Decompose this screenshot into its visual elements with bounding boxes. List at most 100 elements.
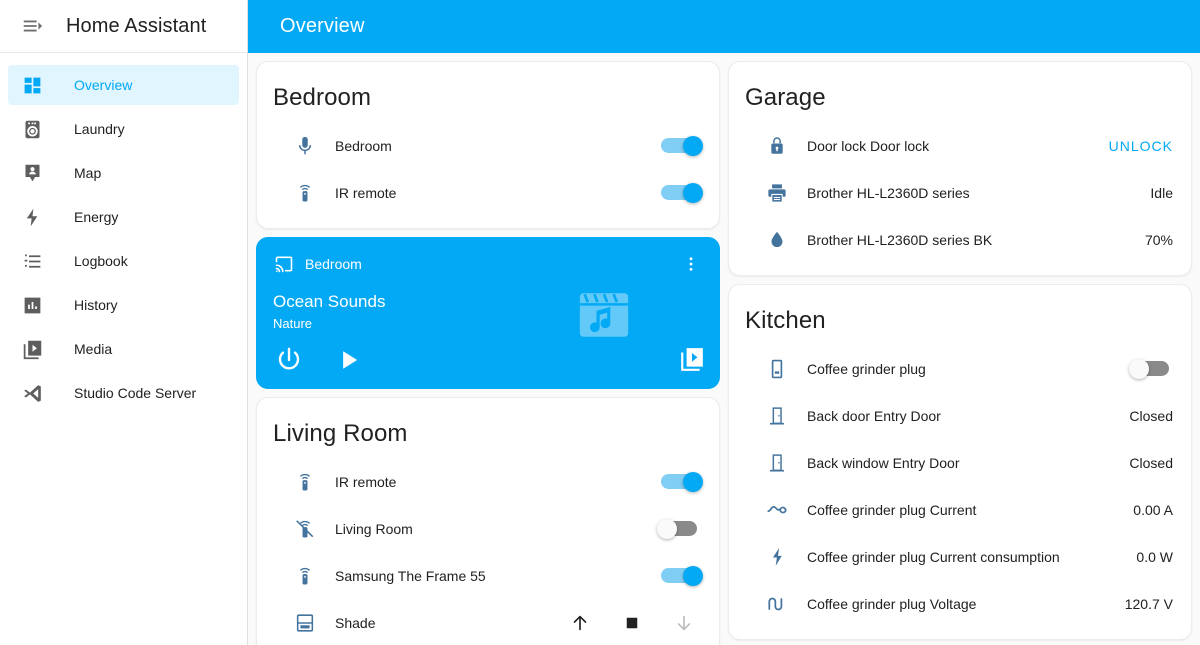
entity-name: Coffee grinder plug Current consumption xyxy=(807,548,1060,565)
sidebar-item-energy[interactable]: Energy xyxy=(8,197,239,237)
top-app-bar: Overview xyxy=(248,0,1200,53)
card-garage: Garage Door lock Door lock UNLOCK Brothe… xyxy=(728,61,1192,276)
media-title: Ocean Sounds xyxy=(273,292,386,311)
home-assistant-app: Home Assistant Overview Laundry Map Ener… xyxy=(0,0,1200,645)
media-source-name: Bedroom xyxy=(305,256,362,272)
sine-wave-icon xyxy=(765,592,789,616)
sidebar-item-logbook[interactable]: Logbook xyxy=(8,241,239,281)
entity-row-living-room[interactable]: Living Room xyxy=(273,505,703,552)
vscode-icon xyxy=(20,381,44,405)
sidebar-item-label: Energy xyxy=(74,209,119,225)
entity-name: IR remote xyxy=(335,473,397,490)
entity-row-printer[interactable]: Brother HL-L2360D series Idle xyxy=(745,169,1175,216)
movie-music-icon xyxy=(573,286,635,344)
arrow-down-icon xyxy=(671,610,697,636)
power-icon[interactable] xyxy=(273,344,305,376)
entity-row-bedroom-mic[interactable]: Bedroom xyxy=(273,122,703,169)
card-title: Living Room xyxy=(273,420,408,447)
view-dashboard-icon xyxy=(20,73,44,97)
sidebar-item-label: Logbook xyxy=(74,253,128,269)
entity-row-living-ir-remote[interactable]: IR remote xyxy=(273,458,703,505)
sidebar-item-history[interactable]: History xyxy=(8,285,239,325)
entity-name: Samsung The Frame 55 xyxy=(335,567,486,584)
entity-toggle[interactable] xyxy=(657,135,703,156)
card-media-player[interactable]: Bedroom Ocean Sounds Nature xyxy=(256,237,720,389)
washing-machine-icon xyxy=(20,117,44,141)
entity-row-plug-consumption[interactable]: Coffee grinder plug Current consumption … xyxy=(745,533,1175,580)
play-icon[interactable] xyxy=(333,344,365,376)
toggle-thumb xyxy=(683,182,703,203)
entity-state: 120.7 V xyxy=(1124,595,1173,612)
entity-toggle[interactable] xyxy=(657,518,703,539)
entity-name: Shade xyxy=(335,614,376,631)
menu-collapse-icon[interactable] xyxy=(12,6,52,46)
entity-row-door-lock[interactable]: Door lock Door lock UNLOCK xyxy=(745,122,1175,169)
entity-toggle[interactable] xyxy=(657,565,703,586)
entity-toggle[interactable] xyxy=(657,182,703,203)
stop-icon[interactable] xyxy=(619,610,645,636)
entity-row-coffee-grinder-plug[interactable]: Coffee grinder plug xyxy=(745,345,1175,392)
entity-row-plug-voltage[interactable]: Coffee grinder plug Voltage 120.7 V xyxy=(745,580,1175,627)
dots-vertical-icon[interactable] xyxy=(679,252,703,276)
main-area: Overview Bedroom Bedroom IR remote Bedro… xyxy=(248,0,1200,645)
card-bedroom: Bedroom Bedroom IR remote xyxy=(256,61,720,229)
card-title: Bedroom xyxy=(273,84,372,111)
remote-icon xyxy=(293,470,317,494)
sidebar-item-label: History xyxy=(74,297,118,313)
toggle-thumb xyxy=(1129,358,1149,379)
lock-icon xyxy=(765,134,789,158)
sidebar-header: Home Assistant xyxy=(0,0,247,53)
lightning-bolt-icon xyxy=(20,205,44,229)
door-closed-icon xyxy=(765,404,789,428)
sidebar-item-map[interactable]: Map xyxy=(8,153,239,193)
arrow-up-icon[interactable] xyxy=(567,610,593,636)
sidebar-item-studio-code-server[interactable]: Studio Code Server xyxy=(8,373,239,413)
cover-controls xyxy=(567,610,703,636)
entity-row-bedroom-ir-remote[interactable]: IR remote xyxy=(273,169,703,216)
sidebar-item-overview[interactable]: Overview xyxy=(8,65,239,105)
entity-state: 70% xyxy=(1144,231,1173,248)
current-ac-icon xyxy=(765,498,789,522)
play-box-multiple-icon[interactable] xyxy=(679,346,705,372)
entity-toggle[interactable] xyxy=(657,471,703,492)
map-marker-account-icon xyxy=(20,161,44,185)
entity-row-samsung-the-frame-55[interactable]: Samsung The Frame 55 xyxy=(273,552,703,599)
card-living-room: Living Room IR remote Living Room Samsun… xyxy=(256,397,720,645)
app-title: Home Assistant xyxy=(66,14,207,37)
sidebar-item-label: Overview xyxy=(74,77,133,93)
entity-name: Coffee grinder plug Current xyxy=(807,501,977,518)
entity-state: 0.00 A xyxy=(1133,501,1173,518)
chart-box-icon xyxy=(20,293,44,317)
window-shutter-icon xyxy=(293,611,317,635)
card-kitchen: Kitchen Coffee grinder plug Back door En… xyxy=(728,284,1192,640)
media-subtitle: Nature xyxy=(273,316,313,331)
remote-icon xyxy=(293,564,317,588)
column-left: Bedroom Bedroom IR remote Bedroom Ocean … xyxy=(256,61,720,645)
entity-name: Brother HL-L2360D series BK xyxy=(807,231,993,248)
toggle-thumb xyxy=(683,565,703,586)
sidebar-nav: Overview Laundry Map Energy Logbook Hist… xyxy=(0,53,247,417)
media-controls xyxy=(273,344,365,376)
play-box-multiple-icon xyxy=(20,337,44,361)
page-title: Overview xyxy=(280,15,365,37)
entity-row-back-window[interactable]: Back window Entry Door Closed xyxy=(745,439,1175,486)
entity-name: Brother HL-L2360D series xyxy=(807,184,970,201)
unlock-button[interactable]: UNLOCK xyxy=(1109,138,1175,154)
dashboard-content: Bedroom Bedroom IR remote Bedroom Ocean … xyxy=(248,53,1200,645)
entity-toggle[interactable] xyxy=(1129,358,1175,379)
entity-row-plug-current[interactable]: Coffee grinder plug Current 0.00 A xyxy=(745,486,1175,533)
entity-row-back-door[interactable]: Back door Entry Door Closed xyxy=(745,392,1175,439)
entity-name: Coffee grinder plug xyxy=(807,360,926,377)
sidebar-item-media[interactable]: Media xyxy=(8,329,239,369)
sidebar-item-laundry[interactable]: Laundry xyxy=(8,109,239,149)
water-drop-icon xyxy=(765,228,789,252)
column-right: Garage Door lock Door lock UNLOCK Brothe… xyxy=(728,61,1192,640)
entity-row-shade[interactable]: Shade xyxy=(273,599,703,645)
sidebar-item-label: Studio Code Server xyxy=(74,385,197,401)
toggle-thumb xyxy=(683,135,703,156)
entity-row-printer-toner[interactable]: Brother HL-L2360D series BK 70% xyxy=(745,216,1175,263)
media-header: Bedroom xyxy=(273,252,703,276)
entity-name: Bedroom xyxy=(335,137,392,154)
entity-state: 0.0 W xyxy=(1136,548,1173,565)
card-title: Garage xyxy=(745,84,826,111)
